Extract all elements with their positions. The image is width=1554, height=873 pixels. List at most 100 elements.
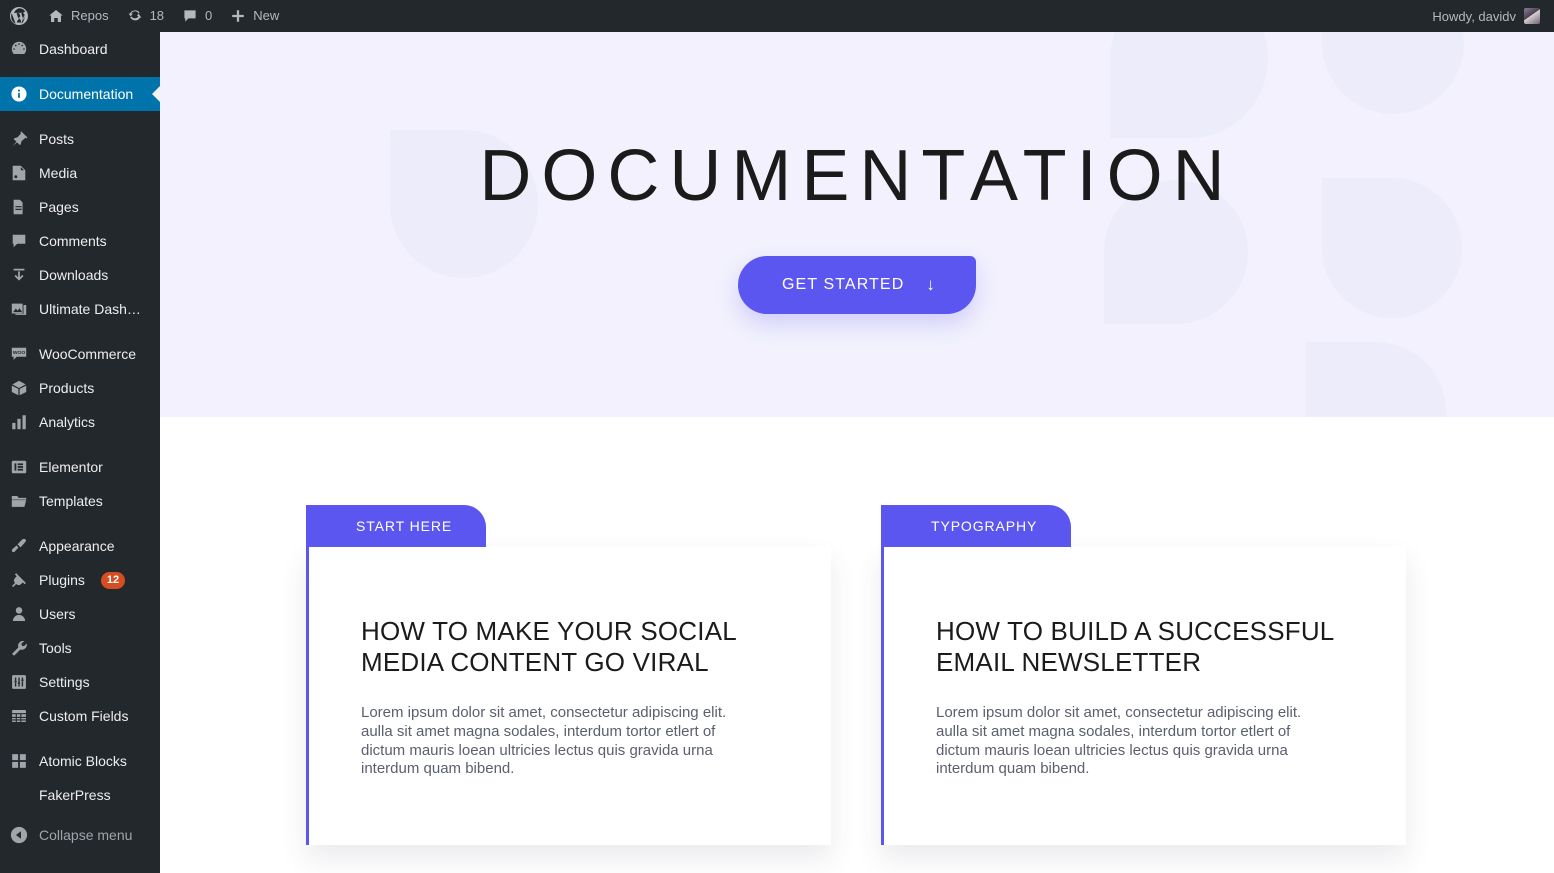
sidebar-item-label: Ultimate Dash… — [39, 301, 141, 317]
woocommerce-icon: WOO — [9, 344, 29, 364]
sidebar-item-label: Products — [39, 380, 95, 396]
updates-button[interactable]: 18 — [118, 0, 173, 32]
arrow-down-icon: ↓ — [926, 275, 936, 294]
card-badge[interactable]: START HERE — [306, 505, 487, 547]
new-content-label: New — [253, 8, 280, 23]
sidebar-item-label: Tools — [39, 640, 72, 656]
admin-bar: Repos 18 0 New Howdy, davidv — [0, 0, 1554, 32]
get-started-button[interactable]: GET STARTED ↓ — [738, 256, 976, 314]
get-started-label: GET STARTED — [782, 276, 905, 293]
avatar — [1524, 8, 1540, 24]
sidebar-item-dashboard[interactable]: Dashboard — [0, 32, 160, 66]
page-content: DOCUMENTATION GET STARTED ↓ START HERE HO… — [160, 32, 1554, 873]
new-content-button[interactable]: New — [221, 0, 288, 32]
sidebar-separator — [0, 66, 160, 77]
card-body[interactable]: HOW TO BUILD A SUCCESSFUL EMAIL NEWSLETT… — [881, 546, 1406, 845]
sidebar-separator — [0, 326, 160, 337]
home-icon — [48, 8, 64, 24]
sidebar-item-label: Users — [39, 606, 76, 622]
table-icon — [9, 706, 29, 726]
sidebar-separator — [0, 111, 160, 122]
user-icon — [9, 604, 29, 624]
wordpress-logo-button[interactable] — [0, 0, 39, 32]
sidebar-item-downloads[interactable]: Downloads — [0, 258, 160, 292]
sidebar-item-label: Pages — [39, 199, 79, 215]
paintbrush-icon — [9, 536, 29, 556]
sidebar-item-ultimate-dash[interactable]: Ultimate Dash… — [0, 292, 160, 326]
sidebar-item-label: Plugins — [39, 572, 85, 588]
sidebar-item-templates[interactable]: Templates — [0, 484, 160, 518]
card-badge[interactable]: TYPOGRAPHY — [881, 505, 1072, 547]
hero-section: DOCUMENTATION GET STARTED ↓ — [160, 32, 1554, 417]
sidebar-item-pages[interactable]: Pages — [0, 190, 160, 224]
svg-text:WOO: WOO — [13, 350, 26, 356]
sidebar-item-users[interactable]: Users — [0, 597, 160, 631]
box-icon — [9, 378, 29, 398]
sidebar-item-media[interactable]: Media — [0, 156, 160, 190]
comment-bubble-icon — [9, 231, 29, 251]
updates-icon — [127, 8, 143, 24]
sidebar-item-label: WooCommerce — [39, 346, 136, 362]
sidebar-separator — [0, 439, 160, 450]
sidebar-item-label: Downloads — [39, 267, 109, 283]
wrench-icon — [9, 638, 29, 658]
admin-bar-spacer — [288, 0, 1423, 32]
sidebar-item-badge: 12 — [100, 571, 126, 589]
card-title: HOW TO MAKE YOUR SOCIAL MEDIA CONTENT GO… — [361, 616, 736, 678]
sidebar-item-label: Settings — [39, 674, 90, 690]
wordpress-logo-icon — [9, 6, 29, 26]
collapse-menu-label: Collapse menu — [39, 827, 133, 843]
collapse-menu-button[interactable]: Collapse menu — [0, 818, 160, 852]
collapse-arrow-icon — [9, 825, 29, 845]
howdy-label: Howdy, davidv — [1432, 8, 1516, 24]
sidebar-item-analytics[interactable]: Analytics — [0, 405, 160, 439]
cta-wrapper: GET STARTED ↓ — [738, 256, 976, 314]
pin-icon — [9, 129, 29, 149]
bar-chart-icon — [9, 412, 29, 432]
sidebar-item-elementor[interactable]: Elementor — [0, 450, 160, 484]
account-menu-button[interactable]: Howdy, davidv — [1423, 0, 1554, 32]
sidebar-item-woocommerce[interactable]: WOO WooCommerce — [0, 337, 160, 371]
sidebar-item-label: Media — [39, 165, 78, 181]
sidebar-item-label: Analytics — [39, 414, 96, 430]
pages-icon — [9, 197, 29, 217]
sidebar-item-comments[interactable]: Comments — [0, 224, 160, 258]
sidebar-item-appearance[interactable]: Appearance — [0, 529, 160, 563]
folder-icon — [9, 491, 29, 511]
plus-icon — [230, 8, 246, 24]
sidebar-item-label: Elementor — [39, 459, 103, 475]
updates-count: 18 — [149, 8, 165, 23]
sidebar-item-atomic-blocks[interactable]: Atomic Blocks — [0, 744, 160, 778]
sidebar-item-posts[interactable]: Posts — [0, 122, 160, 156]
settings-icon — [9, 672, 29, 692]
doc-card: START HERE HOW TO MAKE YOUR SOCIAL MEDIA … — [306, 505, 831, 845]
sidebar-item-plugins[interactable]: Plugins 12 — [0, 563, 160, 597]
sidebar-item-label: Templates — [39, 493, 103, 509]
card-text: Lorem ipsum dolor sit amet, consectetur … — [361, 704, 727, 778]
card-body[interactable]: HOW TO MAKE YOUR SOCIAL MEDIA CONTENT GO… — [306, 546, 831, 845]
card-text: Lorem ipsum dolor sit amet, consectetur … — [936, 704, 1302, 778]
sidebar-item-fakerpress[interactable]: FakerPress — [0, 778, 160, 812]
plug-icon — [9, 570, 29, 590]
sidebar-item-documentation[interactable]: Documentation — [0, 77, 160, 111]
sidebar-item-label: FakerPress — [39, 787, 111, 803]
card-title: HOW TO BUILD A SUCCESSFUL EMAIL NEWSLETT… — [936, 616, 1334, 678]
sidebar-item-settings[interactable]: Settings — [0, 665, 160, 699]
sidebar-item-label: Custom Fields — [39, 708, 129, 724]
sidebar-item-products[interactable]: Products — [0, 371, 160, 405]
dashboard-icon — [9, 39, 29, 59]
comments-button[interactable]: 0 — [173, 0, 221, 32]
site-name-button[interactable]: Repos — [39, 0, 118, 32]
info-icon — [9, 84, 29, 104]
site-name-label: Repos — [71, 8, 109, 23]
admin-menu: Dashboard Documentation Posts Media Pages Com… — [0, 32, 160, 812]
cards-section: START HERE HOW TO MAKE YOUR SOCIAL MEDIA … — [160, 417, 1554, 845]
page-title: DOCUMENTATION — [479, 136, 1235, 216]
sidebar-item-tools[interactable]: Tools — [0, 631, 160, 665]
sidebar-item-custom-fields[interactable]: Custom Fields — [0, 699, 160, 733]
media-icon — [9, 163, 29, 183]
sidebar-item-label: Documentation — [39, 86, 134, 102]
card-badge-label: START HERE — [356, 518, 453, 534]
comment-bubble-icon — [182, 8, 198, 24]
sidebar-item-label: Appearance — [39, 538, 115, 554]
